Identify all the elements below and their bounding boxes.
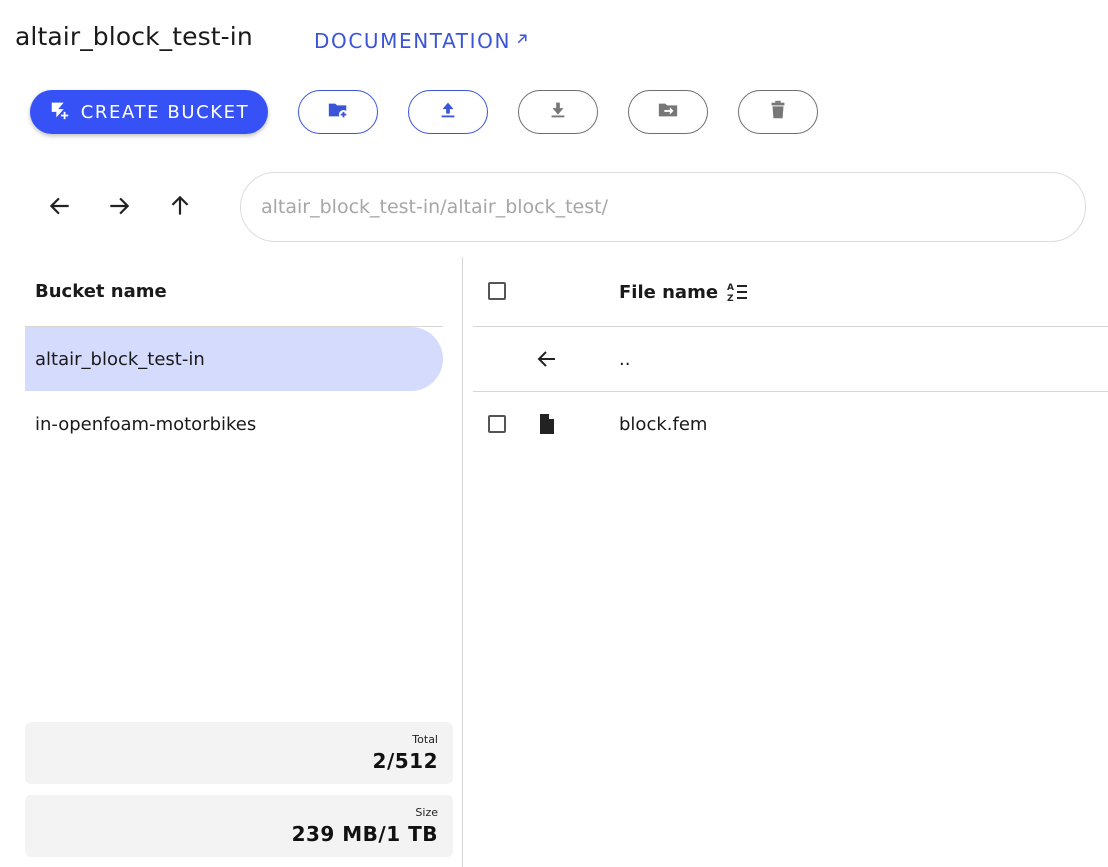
forward-button[interactable] xyxy=(101,190,137,226)
file-name: block.fem xyxy=(619,414,708,435)
path-input[interactable] xyxy=(240,172,1086,242)
create-folder-icon xyxy=(327,99,349,125)
bucket-name-header: Bucket name xyxy=(25,257,443,327)
svg-text:Z: Z xyxy=(727,294,734,304)
pane-divider xyxy=(462,257,463,867)
download-button[interactable] xyxy=(518,90,598,134)
sort-alphabetical-icon[interactable]: A Z xyxy=(726,280,750,304)
delete-icon xyxy=(767,99,789,125)
delete-button[interactable] xyxy=(738,90,818,134)
forward-arrow-icon xyxy=(106,193,132,223)
file-name-header: File name xyxy=(619,281,719,303)
parent-directory-label: .. xyxy=(619,349,631,370)
page-title: altair_block_test-in xyxy=(15,22,253,51)
file-list: File name A Z .. block.fem xyxy=(473,257,1108,457)
documentation-link-label: DOCUMENTATION xyxy=(314,29,512,53)
bucket-item-label: altair_block_test-in xyxy=(35,348,205,370)
back-button[interactable] xyxy=(42,190,78,226)
size-stat-card: Size 239 MB/1 TB xyxy=(25,795,453,857)
up-button[interactable] xyxy=(162,190,198,226)
bucket-list: Bucket name altair_block_test-in in-open… xyxy=(25,257,443,456)
bucket-item-label: in-openfoam-motorbikes xyxy=(35,413,257,435)
create-bucket-label: CREATE BUCKET xyxy=(80,101,250,123)
documentation-link[interactable]: DOCUMENTATION xyxy=(314,28,531,54)
file-icon xyxy=(535,412,559,436)
move-icon xyxy=(657,99,679,125)
bucket-item-in-openfoam-motorbikes[interactable]: in-openfoam-motorbikes xyxy=(25,392,443,456)
file-checkbox[interactable] xyxy=(488,415,506,433)
size-value: 239 MB/1 TB xyxy=(291,822,438,846)
parent-directory-row[interactable]: .. xyxy=(473,327,1108,392)
back-arrow-icon xyxy=(47,193,73,223)
download-icon xyxy=(547,99,569,125)
total-stat-card: Total 2/512 xyxy=(25,722,453,784)
file-list-header: File name A Z xyxy=(473,257,1108,327)
size-label: Size xyxy=(415,806,438,819)
file-name-column: File name A Z xyxy=(619,257,750,327)
create-bucket-button[interactable]: CREATE BUCKET xyxy=(30,90,268,134)
upload-icon xyxy=(437,99,459,125)
move-button[interactable] xyxy=(628,90,708,134)
up-arrow-icon xyxy=(167,193,193,223)
back-arrow-icon xyxy=(535,347,559,371)
total-value: 2/512 xyxy=(372,749,438,773)
total-label: Total xyxy=(412,733,438,746)
create-folder-button[interactable] xyxy=(298,90,378,134)
upload-button[interactable] xyxy=(408,90,488,134)
bucket-item-altair-block-test-in[interactable]: altair_block_test-in xyxy=(25,327,443,391)
svg-text:A: A xyxy=(727,283,734,293)
file-row-block-fem[interactable]: block.fem xyxy=(473,392,1108,457)
external-link-icon xyxy=(513,28,531,54)
select-all-checkbox[interactable] xyxy=(488,282,506,300)
create-bucket-icon xyxy=(49,99,71,126)
